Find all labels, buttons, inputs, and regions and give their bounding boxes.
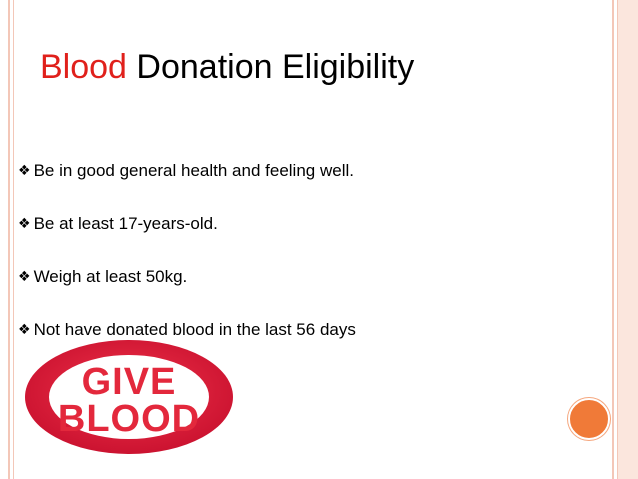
diamond-bullet-icon: ❖ xyxy=(18,215,31,232)
diamond-bullet-icon: ❖ xyxy=(18,162,31,179)
orange-circle-decoration xyxy=(568,398,610,440)
list-item-text: Weigh at least 50kg. xyxy=(33,266,188,286)
list-item-text: Be at least 17-years-old. xyxy=(33,213,218,233)
list-item: ❖ Be in good general health and feeling … xyxy=(18,144,356,197)
diamond-bullet-icon: ❖ xyxy=(18,321,31,338)
list-item: ❖ Weigh at least 50kg. xyxy=(18,250,356,303)
eligibility-list: ❖ Be in good general health and feeling … xyxy=(18,144,356,356)
slide: Blood Donation Eligibility ❖ Be in good … xyxy=(0,0,638,479)
give-blood-logo: GIVE BLOOD xyxy=(25,340,233,454)
list-item: ❖ Be at least 17-years-old. xyxy=(18,197,356,250)
slide-title-rest: Donation Eligibility xyxy=(136,48,415,86)
slide-title-accent: Blood xyxy=(40,48,127,86)
left-decor-rule xyxy=(8,0,10,479)
list-item-text: Be in good general health and feeling we… xyxy=(33,160,354,180)
logo-word-blood: BLOOD xyxy=(58,398,200,440)
diamond-bullet-icon: ❖ xyxy=(18,268,31,285)
right-decor-rule xyxy=(612,0,614,479)
right-decor-rule-thin xyxy=(617,0,618,479)
list-item-text: Not have donated blood in the last 56 da… xyxy=(33,319,356,339)
logo-word-give: GIVE xyxy=(82,361,177,403)
slide-title: Blood Donation Eligibility xyxy=(40,50,414,84)
left-decor-rule-thin xyxy=(13,0,14,479)
right-decor-band xyxy=(618,0,638,479)
